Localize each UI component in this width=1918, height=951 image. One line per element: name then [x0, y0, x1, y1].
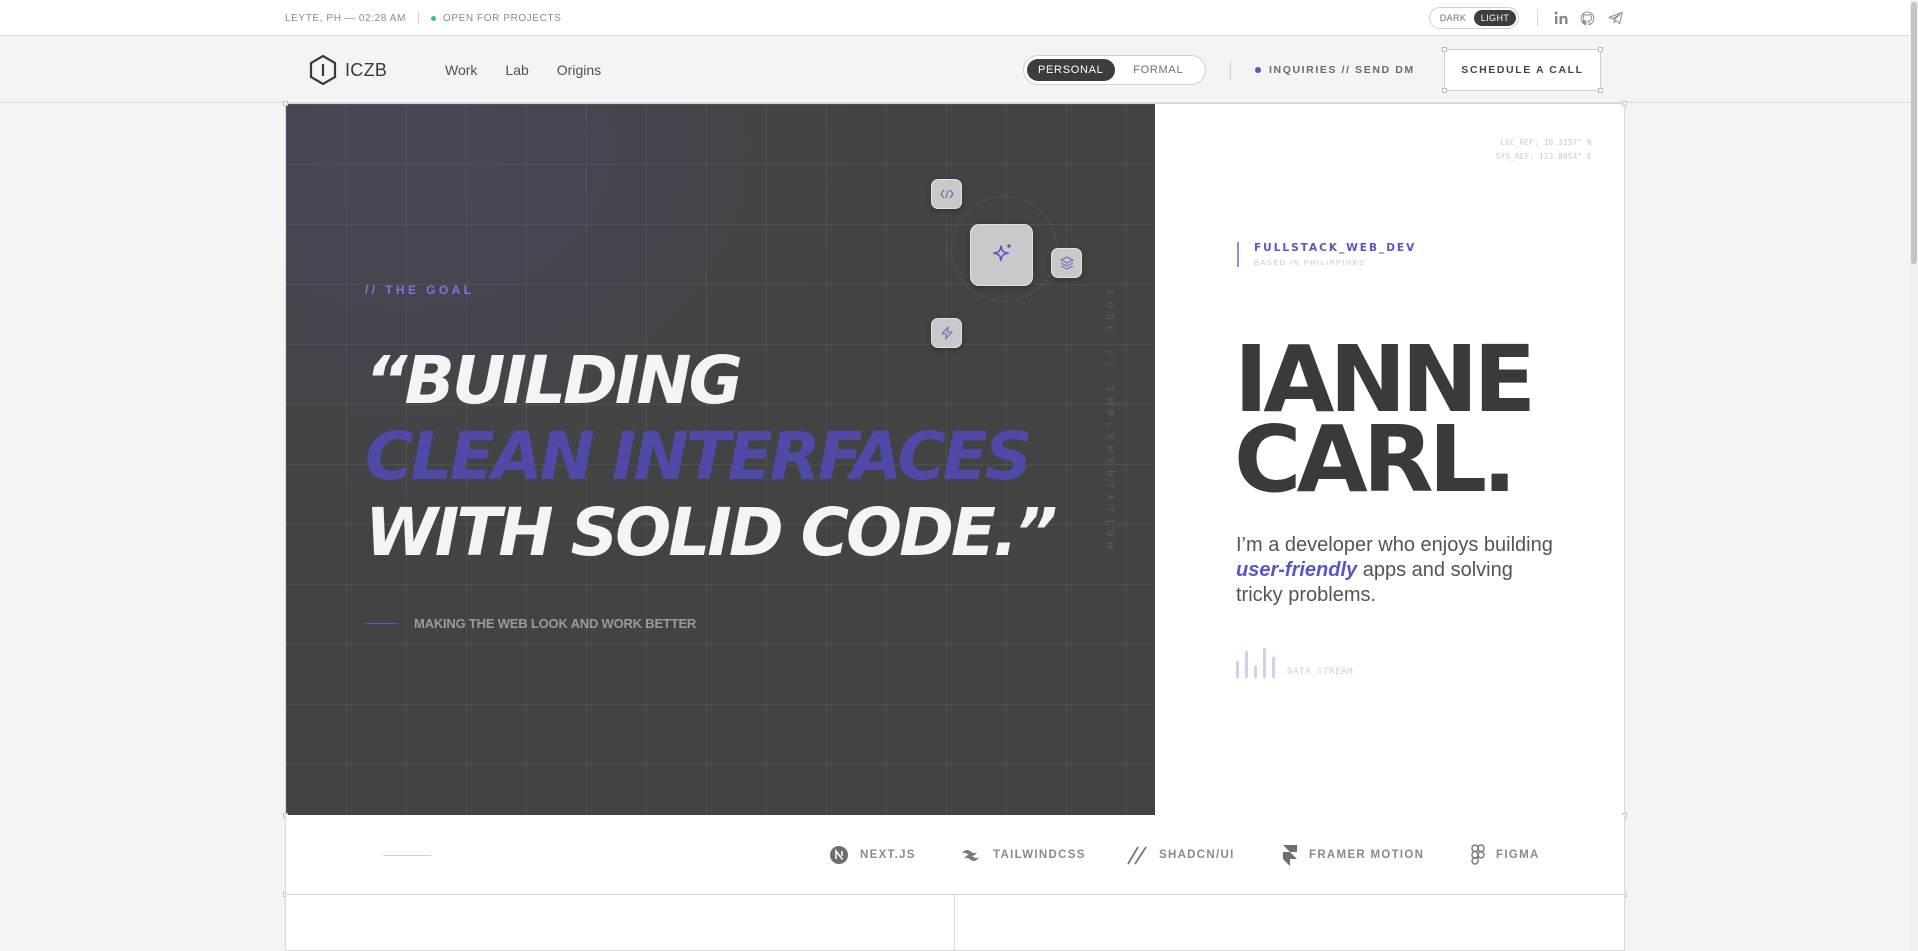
tech-label: SHADCN/UI	[1159, 849, 1235, 861]
tech-item-figma: FIGMA	[1471, 841, 1540, 869]
main-navigation: ICZB Work Lab Origins PERSONAL FORMAL IN…	[0, 37, 1918, 103]
scrollbar-thumb[interactable]	[1911, 2, 1917, 264]
tech-item-nextjs: NEXT.JS	[829, 841, 916, 869]
tech-label: TAILWINDCSS	[993, 849, 1086, 861]
coordinates-readout: LOC_REF: 10.3157° N SYS_REF: 123.8854° E	[1480, 136, 1592, 164]
framer-icon	[1282, 844, 1298, 866]
divider	[417, 12, 419, 24]
tech-item-tailwindcss: TAILWINDCSS	[960, 841, 1086, 869]
hero-name: IANNE CARL.	[1234, 334, 1536, 513]
nav-link-work[interactable]: Work	[445, 62, 477, 78]
name-line-2: CARL.	[1234, 406, 1517, 513]
mode-personal-option[interactable]: PERSONAL	[1027, 59, 1115, 81]
inquiries-label: INQUIRIES // SEND DM	[1269, 64, 1415, 76]
stream-bar	[1272, 657, 1275, 678]
stream-bar	[1254, 666, 1257, 678]
tech-label: NEXT.JS	[860, 849, 916, 861]
quote-line-3: WITH SOLID CODE.”	[365, 494, 1058, 571]
tech-label: FIGMA	[1496, 849, 1540, 861]
theme-dark-option[interactable]: DARK	[1432, 10, 1474, 26]
telegram-icon[interactable]	[1606, 9, 1624, 27]
stream-bar	[1245, 651, 1248, 678]
goal-label: // THE GOAL	[365, 283, 475, 297]
layers-icon[interactable]	[1051, 248, 1082, 278]
coords-lat: LOC_REF: 10.3157° N	[1500, 138, 1592, 147]
nav-link-origins[interactable]: Origins	[557, 62, 601, 78]
status-dot-icon	[430, 15, 436, 21]
nav-link-lab[interactable]: Lab	[505, 62, 528, 78]
bio-highlight: user-friendly	[1236, 559, 1358, 581]
top-utility-bar: LEYTE, PH — 02:28 AM OPEN FOR PROJECTS D…	[0, 0, 1918, 36]
stream-bar	[1263, 648, 1266, 678]
topbar-info: LEYTE, PH — 02:28 AM OPEN FOR PROJECTS	[285, 0, 561, 36]
inquiries-link[interactable]: INQUIRIES // SEND DM	[1255, 37, 1415, 103]
corner-marker	[1442, 88, 1447, 93]
mode-formal-option[interactable]: FORMAL	[1115, 59, 1203, 81]
figma-icon	[1471, 844, 1485, 866]
availability-status: OPEN FOR PROJECTS	[442, 12, 562, 24]
nav-links: Work Lab Origins	[445, 37, 601, 103]
hero-bio: I’m a developer who enjoys building user…	[1236, 533, 1556, 608]
corner-marker	[1598, 47, 1603, 52]
data-stream-label: DATA_STREAM	[1287, 667, 1354, 677]
stream-bar	[1236, 661, 1239, 678]
divider	[954, 895, 955, 951]
tech-stack-bar: NEXT.JS TAILWINDCSS SHADCN/UI FRAMER MOT…	[285, 815, 1625, 895]
github-icon[interactable]	[1578, 9, 1596, 27]
coords-lon: SYS_REF: 123.8854° E	[1495, 152, 1592, 161]
quote-line-1: “BUILDING	[365, 342, 743, 419]
tailwind-icon	[960, 848, 982, 862]
role-title: FULLSTACK_WEB_DEV	[1254, 242, 1417, 254]
linkedin-icon[interactable]	[1552, 9, 1570, 27]
schedule-call-button[interactable]: SCHEDULE A CALL	[1442, 47, 1603, 93]
hexagon-logo-icon	[309, 54, 337, 86]
schedule-call-label: SCHEDULE A CALL	[1461, 64, 1584, 76]
corner-marker	[1598, 88, 1603, 93]
site-logo[interactable]: ICZB	[309, 54, 387, 86]
data-stream-widget: DATA_STREAM	[1236, 648, 1353, 678]
theme-toggle[interactable]: DARK LIGHT	[1429, 7, 1519, 29]
tech-item-framer-motion: FRAMER MOTION	[1282, 841, 1424, 869]
nextjs-icon	[829, 845, 849, 865]
theme-light-option[interactable]: LIGHT	[1474, 10, 1516, 26]
bio-text-1: I’m a developer who enjoys building	[1236, 534, 1553, 556]
hero-quote: “BUILDING CLEAN INTERFACES WITH SOLID CO…	[365, 342, 1058, 571]
divider	[1537, 9, 1538, 27]
tagline-text: MAKING THE WEB LOOK AND WORK BETTER	[414, 616, 697, 631]
shadcn-icon	[1126, 845, 1148, 865]
quote-line-2: CLEAN INTERFACES	[365, 418, 1032, 495]
role-block: FULLSTACK_WEB_DEV BASED IN PHILIPPINES	[1237, 242, 1416, 267]
corner-marker	[1622, 101, 1627, 106]
tech-label: FRAMER MOTION	[1309, 849, 1425, 861]
accent-line	[365, 623, 398, 624]
divider	[1230, 60, 1231, 80]
corner-marker	[283, 101, 288, 106]
tech-item-shadcn: SHADCN/UI	[1126, 841, 1235, 869]
sparkle-icon[interactable]	[970, 224, 1033, 286]
corner-marker	[1442, 47, 1447, 52]
bottom-cards-row	[285, 895, 1625, 951]
persona-toggle[interactable]: PERSONAL FORMAL	[1023, 55, 1206, 85]
status-dot-icon	[1255, 67, 1261, 73]
location-time: LEYTE, PH — 02:28 AM	[285, 12, 406, 24]
divider	[383, 855, 431, 856]
hero-tagline: MAKING THE WEB LOOK AND WORK BETTER	[365, 616, 696, 631]
code-icon[interactable]	[931, 179, 962, 209]
brand-name: ICZB	[345, 59, 388, 80]
role-location: BASED IN PHILIPPINES	[1254, 258, 1366, 267]
bolt-icon[interactable]	[931, 318, 962, 348]
vertical-caption: CODE // IMPLEMENTATION	[1104, 290, 1115, 555]
